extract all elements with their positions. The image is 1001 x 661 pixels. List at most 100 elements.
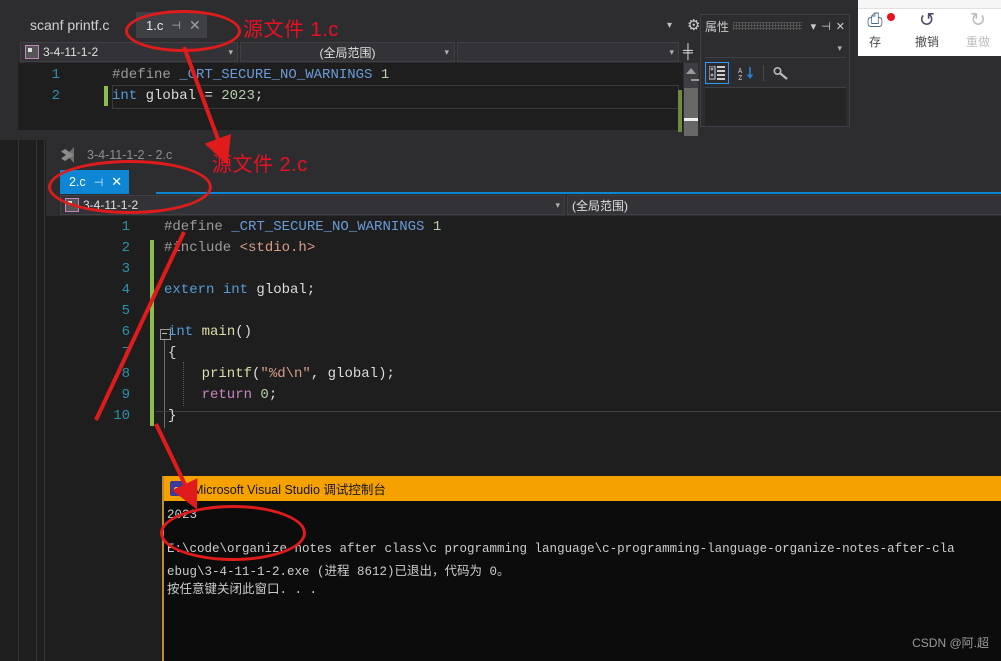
annotation-ellipse-console-output	[160, 505, 306, 561]
split-view-icon[interactable]: ╪	[683, 43, 693, 59]
chevron-down-icon: ▾	[669, 46, 674, 57]
code-token: );	[378, 366, 395, 382]
code-token: _CRT_SECURE_NO_WARNINGS	[179, 67, 373, 83]
chevron-down-icon: ▾	[555, 199, 560, 210]
code-line-9: return 0;	[168, 387, 278, 403]
console-line: ebug\3-4-11-1-2.exe (进程 8612)已退出，代码为 0。	[167, 565, 510, 579]
code-token: 2023	[221, 88, 255, 104]
undo-button[interactable]: ↺ 撤销	[904, 10, 950, 50]
code-line-6: int main()	[168, 324, 252, 340]
undo-label: 撤销	[914, 35, 939, 49]
annotation-label-1: 源文件 1.c	[243, 19, 339, 41]
line-number: 6	[121, 324, 130, 340]
code-line-8: printf("%d\n", global);	[168, 366, 395, 382]
scrollbar-current-position-marker	[684, 118, 698, 121]
screen-root: ▸ scanf printf.c 1.c ⊣ ✕ ▾ ⚙ 3-4-11-1-2 …	[0, 0, 1001, 661]
line-number: 3	[121, 261, 130, 277]
code-separator-line	[156, 411, 1001, 412]
scope-combo-1-value: (全局范围)	[319, 45, 376, 60]
tabstrip-window-1: scanf printf.c 1.c ⊣ ✕	[0, 10, 690, 40]
undo-icon: ↺	[919, 10, 935, 31]
redo-button: ↻ 重做	[955, 10, 1001, 50]
console-left-border	[162, 476, 164, 661]
code-token: =	[204, 88, 222, 104]
code-token: "%d\n"	[260, 366, 311, 382]
alphabetical-sort-icon[interactable]: AZ	[735, 63, 757, 83]
tab-overflow-chevron-down-icon[interactable]: ▾	[667, 20, 672, 31]
code-line-2: #include <stdio.h>	[164, 240, 315, 256]
code-token: ;	[268, 387, 278, 403]
scope-combo-1[interactable]: (全局范围) ▾	[240, 42, 455, 62]
toolbar-ribbon: ⎙ 存 ↺ 撤销 ↻ 重做	[858, 0, 1001, 56]
code-line-4: extern int global;	[164, 282, 315, 298]
line-number-gutter-1: 1 2	[18, 63, 66, 130]
visual-studio-logo-icon	[60, 146, 80, 164]
code-token: }	[168, 408, 177, 424]
chevron-down-icon[interactable]: ▾	[811, 20, 817, 33]
code-token: _CRT_SECURE_NO_WARNINGS	[231, 219, 425, 235]
code-token: printf	[168, 366, 253, 382]
toolbar-divider	[763, 65, 764, 81]
tab-scanf-printf-c[interactable]: scanf printf.c	[20, 10, 120, 40]
code-token: 1	[424, 219, 442, 235]
code-token: ;	[306, 282, 316, 298]
code-token: return	[168, 387, 261, 403]
block-bracket-line	[164, 340, 165, 428]
scope-combo-2[interactable]: (全局范围)	[567, 195, 1001, 215]
code-token: int	[112, 88, 138, 104]
line-number: 1	[121, 219, 130, 235]
close-icon[interactable]: ✕	[836, 20, 845, 33]
line-number-gutter-2: 1 2 3 4 5 6 7 8 9 10	[46, 216, 136, 436]
scroll-up-arrow-icon[interactable]	[686, 68, 696, 74]
line-number: 4	[121, 282, 130, 298]
save-all-label: 存	[868, 35, 881, 49]
code-token: 1	[372, 67, 390, 83]
annotation-ellipse-tab-1c	[125, 10, 241, 52]
chevron-down-icon: ▾	[444, 46, 449, 57]
properties-header: 属性 ▾ ⊣ ✕	[701, 15, 849, 37]
annotation-ellipse-tab-2c	[48, 160, 212, 214]
project-icon	[25, 45, 39, 59]
properties-title: 属性	[705, 19, 730, 34]
scope-combo-2-value: (全局范围)	[572, 198, 628, 213]
line-number: 8	[121, 366, 130, 382]
divider-line-2	[36, 140, 37, 661]
code-token: #include	[164, 240, 240, 256]
scrollbar-change-indicator	[678, 90, 682, 132]
properties-object-combo[interactable]: ▾	[705, 39, 846, 58]
project-combo-1-value: 3-4-11-1-2	[43, 45, 99, 59]
watermark: CSDN @阿.超	[912, 636, 989, 650]
pin-icon[interactable]: ⊣	[821, 20, 831, 33]
console-titlebar: c. Microsoft Visual Studio 调试控制台	[162, 476, 1001, 501]
svg-text:Z: Z	[738, 74, 742, 80]
code-token: {	[168, 345, 177, 361]
vertical-scrollbar-thumb-1[interactable]	[684, 88, 698, 140]
code-line-2: int global = 2023;	[112, 88, 263, 104]
code-token: , global	[310, 366, 379, 382]
line-number: 7	[121, 345, 130, 361]
change-bar	[150, 240, 154, 426]
chevron-down-icon: ▾	[837, 43, 842, 53]
code-line-10: }	[168, 408, 176, 424]
code-editor-2[interactable]: 1 2 3 4 5 6 7 8 9 10 #define _CRT_SECURE…	[46, 216, 1001, 436]
code-token: ;	[254, 88, 264, 104]
code-token: 0	[260, 387, 269, 403]
navbar-window-1: 3-4-11-1-2 ▾ (全局范围) ▾ ▾ ╪	[0, 41, 700, 63]
debug-console-window[interactable]: c. Microsoft Visual Studio 调试控制台 2023 E:…	[162, 476, 1001, 661]
code-token: global	[256, 282, 307, 298]
code-line-1: #define _CRT_SECURE_NO_WARNINGS 1	[164, 219, 441, 235]
code-token: int	[222, 282, 257, 298]
gear-icon[interactable]: ⚙	[687, 16, 700, 34]
drag-dots-handle[interactable]	[733, 22, 802, 30]
member-combo-1[interactable]: ▾	[457, 42, 679, 62]
code-token: int	[168, 324, 202, 340]
properties-grid-body[interactable]	[705, 87, 846, 126]
categorized-icon[interactable]	[705, 62, 729, 84]
line-number: 5	[121, 303, 130, 319]
line-number: 9	[121, 387, 130, 403]
line-number: 2	[51, 88, 60, 104]
code-editor-1[interactable]: 1 2 #define _CRT_SECURE_NO_WARNINGS 1 in…	[18, 63, 683, 130]
code-token: #define	[164, 219, 232, 235]
redo-label: 重做	[965, 35, 990, 49]
property-pages-icon[interactable]	[770, 63, 792, 83]
